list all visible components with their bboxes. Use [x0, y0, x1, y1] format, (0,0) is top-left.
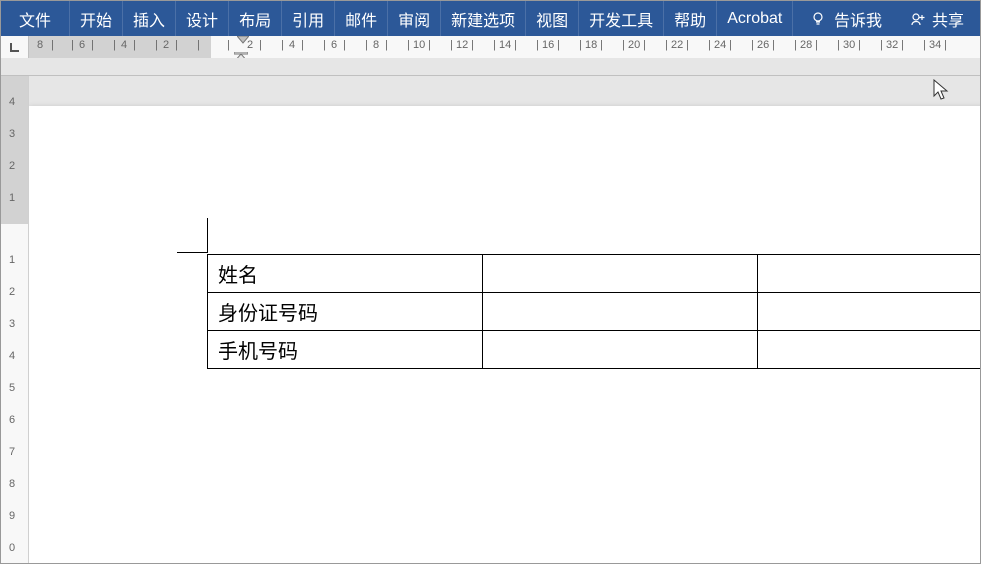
ruler-margin-left	[29, 36, 211, 58]
ruler-tick: 1	[9, 254, 15, 266]
ruler-tick: 24	[714, 39, 726, 51]
ruler-tick: 8	[37, 39, 43, 51]
ribbon-right: 告诉我 共享	[798, 1, 980, 36]
ruler-tick: 22	[671, 39, 683, 51]
ribbon-tab-view[interactable]: 视图	[526, 1, 579, 36]
ruler-tick: 6	[9, 414, 15, 426]
ruler-tick: 16	[542, 39, 554, 51]
ruler-tick: 32	[886, 39, 898, 51]
first-line-indent-icon[interactable]	[237, 36, 249, 44]
table-cell[interactable]	[758, 331, 981, 369]
tell-me-label: 告诉我	[834, 7, 882, 31]
ruler-tick: 30	[843, 39, 855, 51]
ribbon-tab-help[interactable]: 帮助	[664, 1, 717, 36]
workspace: 4 3 2 1 1 2 3 4 5 6 7 8 9 0 姓名 身份证号码	[1, 76, 980, 563]
ruler-corner[interactable]	[1, 36, 29, 58]
ribbon-tab-design[interactable]: 设计	[176, 1, 229, 36]
table-row[interactable]: 身份证号码	[208, 293, 981, 331]
table-row[interactable]: 手机号码	[208, 331, 981, 369]
ribbon-tab-developer[interactable]: 开发工具	[579, 1, 664, 36]
ruler-tick: 12	[456, 39, 468, 51]
ruler-tick: 2	[163, 39, 169, 51]
ruler-tick: 9	[9, 510, 15, 522]
text-cursor	[207, 218, 208, 253]
horizontal-ruler-area: 8| |6| |4| |2| | |2| |4| |6| |8| |10| |1…	[1, 36, 980, 76]
ribbon-menu: 文件 开始 插入 设计 布局 引用 邮件 审阅 新建选项 视图 开发工具 帮助 …	[1, 1, 980, 36]
document-table[interactable]: 姓名 身份证号码 手机号码	[207, 254, 980, 369]
table-cell[interactable]	[758, 255, 981, 293]
ruler-tick: 1	[9, 192, 15, 204]
table-row[interactable]: 姓名	[208, 255, 981, 293]
ruler-tick: 28	[800, 39, 812, 51]
ribbon-tab-newoption[interactable]: 新建选项	[441, 1, 526, 36]
ruler-tick: 3	[9, 318, 15, 330]
hanging-indent-icon[interactable]	[234, 52, 248, 58]
ruler-tick: 2	[9, 160, 15, 172]
lightbulb-icon	[810, 11, 826, 27]
ruler-tick: 26	[757, 39, 769, 51]
ribbon-tab-acrobat[interactable]: Acrobat	[717, 1, 793, 36]
tab-selector-icon	[9, 41, 21, 53]
ruler-tick: 4	[289, 39, 295, 51]
table-cell[interactable]	[758, 293, 981, 331]
ruler-tick: 14	[499, 39, 511, 51]
ruler-tick: 18	[585, 39, 597, 51]
ruler-tick: 2	[9, 286, 15, 298]
ruler-tick: 34	[929, 39, 941, 51]
vertical-ruler[interactable]: 4 3 2 1 1 2 3 4 5 6 7 8 9 0	[1, 76, 29, 563]
table-cell[interactable]	[483, 255, 758, 293]
ribbon-tab-layout[interactable]: 布局	[229, 1, 282, 36]
table-cell-phone-label[interactable]: 手机号码	[208, 331, 483, 369]
ruler-tick: 5	[9, 382, 15, 394]
ruler-tick: 4	[9, 96, 15, 108]
share-button[interactable]: 共享	[894, 7, 980, 31]
ruler-tick: 20	[628, 39, 640, 51]
ruler-tick: 10	[413, 39, 425, 51]
ribbon-tab-home[interactable]: 开始	[70, 1, 123, 36]
ruler-tick: 0	[9, 542, 15, 554]
ribbon-tab-insert[interactable]: 插入	[123, 1, 176, 36]
horizontal-ruler[interactable]: 8| |6| |4| |2| | |2| |4| |6| |8| |10| |1…	[29, 36, 980, 58]
table-cell-name-label[interactable]: 姓名	[208, 255, 483, 293]
ribbon-tab-review[interactable]: 审阅	[388, 1, 441, 36]
ruler-tick: 6	[79, 39, 85, 51]
table-cell[interactable]	[483, 331, 758, 369]
share-icon	[910, 11, 926, 27]
tell-me-search[interactable]: 告诉我	[798, 7, 894, 31]
ruler-tick: 4	[9, 350, 15, 362]
document-page[interactable]: 姓名 身份证号码 手机号码	[29, 106, 980, 563]
ruler-tick: 6	[331, 39, 337, 51]
document-viewport[interactable]: 姓名 身份证号码 手机号码	[29, 76, 980, 563]
table-cell-id-label[interactable]: 身份证号码	[208, 293, 483, 331]
share-label: 共享	[932, 7, 964, 31]
ruler-tick: 4	[121, 39, 127, 51]
ruler-tick: 8	[9, 478, 15, 490]
ruler-tick: 8	[373, 39, 379, 51]
ribbon-tab-mailings[interactable]: 邮件	[335, 1, 388, 36]
table-cell[interactable]	[483, 293, 758, 331]
ribbon-tab-file[interactable]: 文件	[1, 1, 70, 36]
ribbon-tabs: 文件 开始 插入 设计 布局 引用 邮件 审阅 新建选项 视图 开发工具 帮助 …	[1, 1, 793, 36]
ruler-tick: 3	[9, 128, 15, 140]
ribbon-tab-references[interactable]: 引用	[282, 1, 335, 36]
ruler-tick: 7	[9, 446, 15, 458]
